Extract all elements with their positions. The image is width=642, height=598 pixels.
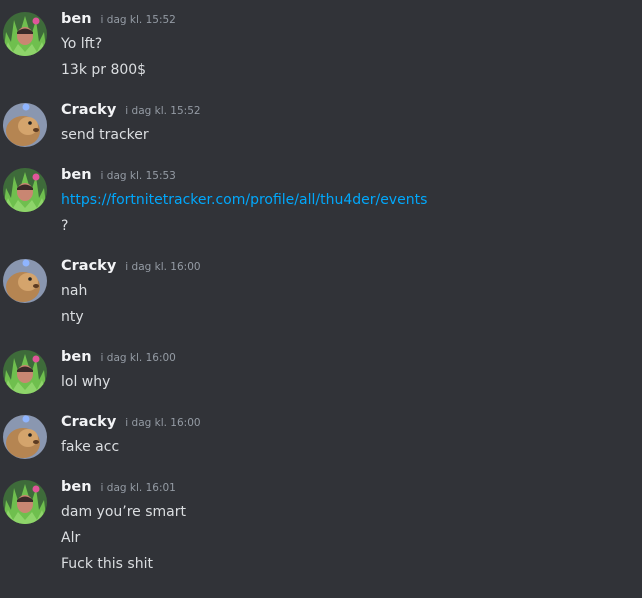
message-text: nah (61, 283, 88, 299)
cracky-avatar[interactable] (3, 259, 47, 303)
timestamp[interactable]: i dag kl. 15:53 (101, 170, 176, 182)
timestamp[interactable]: i dag kl. 15:52 (101, 14, 176, 26)
message-text: Fuck this shit (61, 556, 153, 572)
ben-avatar[interactable] (3, 350, 47, 394)
message-header: ben i dag kl. 16:00 (61, 349, 176, 369)
username[interactable]: ben (61, 349, 92, 365)
message-header: ben i dag kl. 16:01 (61, 479, 176, 499)
username[interactable]: Cracky (61, 102, 116, 118)
message-header: ben i dag kl. 15:53 (61, 167, 176, 187)
message-text: dam you’re smart (61, 504, 186, 520)
message-text: Yo lft? (61, 36, 103, 52)
message-link[interactable]: https://fortnitetracker.com/profile/all/… (61, 191, 427, 209)
cracky-avatar[interactable] (3, 103, 47, 147)
ben-avatar[interactable] (3, 12, 47, 56)
message-text: lol why (61, 374, 111, 390)
message-text: 13k pr 800$ (61, 62, 147, 78)
cracky-avatar[interactable] (3, 415, 47, 459)
message-text: send tracker (61, 127, 149, 143)
ben-avatar[interactable] (3, 480, 47, 524)
timestamp[interactable]: i dag kl. 16:00 (125, 261, 200, 273)
chat-log: ben i dag kl. 15:52 Yo lft? 13k pr 800$ … (0, 0, 642, 598)
message-text: fake acc (61, 439, 120, 455)
message-text: Alr (61, 530, 81, 546)
message-text: nty (61, 309, 84, 325)
message-header: Cracky i dag kl. 16:00 (61, 414, 201, 434)
username[interactable]: ben (61, 167, 92, 183)
username[interactable]: ben (61, 479, 92, 495)
username[interactable]: ben (61, 11, 92, 27)
message-header: Cracky i dag kl. 16:00 (61, 258, 201, 278)
message-header: Cracky i dag kl. 15:52 (61, 102, 201, 122)
ben-avatar[interactable] (3, 168, 47, 212)
timestamp[interactable]: i dag kl. 16:01 (101, 482, 176, 494)
message-text: ? (61, 218, 69, 234)
message-header: ben i dag kl. 15:52 (61, 11, 176, 31)
username[interactable]: Cracky (61, 414, 116, 430)
timestamp[interactable]: i dag kl. 15:52 (125, 105, 200, 117)
timestamp[interactable]: i dag kl. 16:00 (125, 417, 200, 429)
username[interactable]: Cracky (61, 258, 116, 274)
timestamp[interactable]: i dag kl. 16:00 (101, 352, 176, 364)
